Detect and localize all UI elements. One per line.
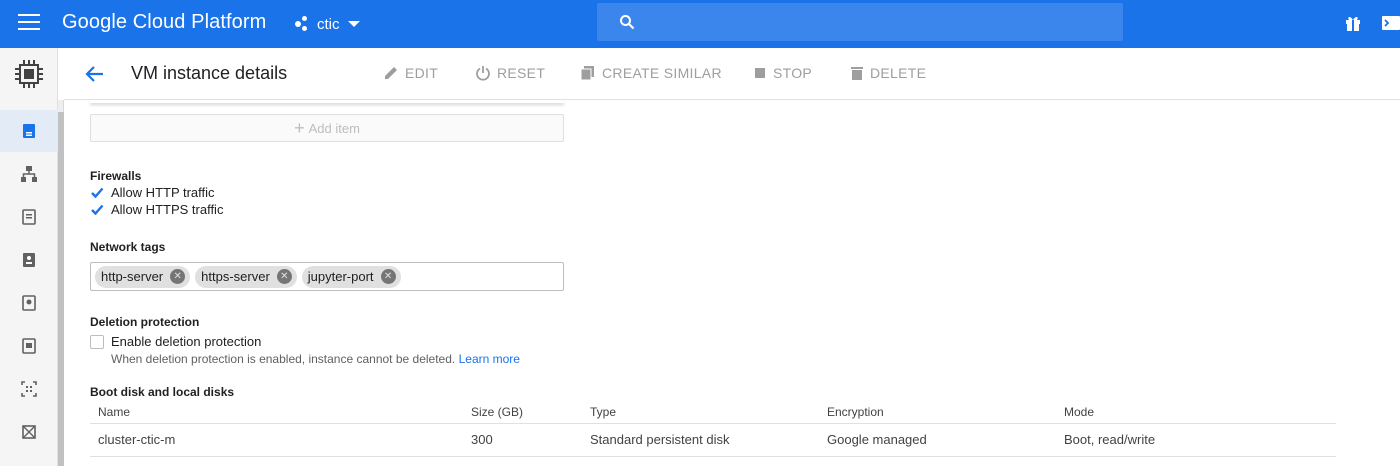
disk-type: Standard persistent disk [582, 423, 819, 457]
tag-label: https-server [201, 269, 270, 284]
sidebar-item-instance-templates[interactable] [0, 196, 58, 238]
sidebar-item-disks[interactable] [0, 282, 58, 324]
sidebar-item-vm-instances[interactable] [0, 110, 58, 152]
disk-encryption: Google managed [819, 423, 1056, 457]
tpu-icon [22, 425, 36, 439]
add-item-button[interactable]: + Add item [90, 114, 564, 142]
vm-instances-icon [23, 124, 35, 138]
create-similar-label: CREATE SIMILAR [602, 65, 722, 81]
checkbox-checked-icon [90, 202, 104, 217]
column-header-name[interactable]: Name [90, 401, 463, 424]
app-title[interactable]: Google Cloud Platform [62, 11, 266, 34]
remove-tag-icon[interactable]: ✕ [170, 269, 186, 284]
main-menu-icon[interactable] [18, 14, 40, 34]
network-tags-label: Network tags [90, 240, 166, 254]
sidebar-item-sole-tenant-nodes[interactable] [0, 239, 58, 281]
copy-icon [580, 66, 594, 81]
column-header-size[interactable]: Size (GB) [463, 401, 582, 424]
table-header-row: Name Size (GB) Type Encryption Mode [90, 401, 1336, 424]
firewalls-label: Firewalls [90, 169, 142, 183]
tag-label: jupyter-port [307, 269, 374, 284]
delete-button-label: DELETE [870, 65, 927, 81]
column-header-mode[interactable]: Mode [1056, 401, 1336, 424]
disk-mode: Boot, read/write [1056, 423, 1336, 457]
edit-button[interactable]: EDIT [383, 65, 438, 81]
trash-icon [851, 67, 863, 80]
hint-text: When deletion protection is enabled, ins… [111, 352, 456, 366]
power-icon [476, 66, 490, 81]
disk-icon [22, 295, 36, 311]
deletion-protection-label: Deletion protection [90, 315, 200, 329]
stop-icon [755, 68, 765, 78]
deletion-protection-checkbox-label: Enable deletion protection [111, 334, 262, 349]
sidebar [0, 48, 58, 466]
project-icon [295, 16, 311, 32]
search-icon [620, 15, 635, 30]
stop-button[interactable]: STOP [753, 65, 812, 81]
disks-table: Name Size (GB) Type Encryption Mode clus… [90, 401, 1336, 457]
add-item-label: Add item [308, 120, 360, 136]
network-tag-chip: jupyter-port ✕ [301, 265, 401, 288]
plus-icon: + [294, 118, 305, 138]
tag-label: http-server [101, 269, 164, 284]
column-header-encryption[interactable]: Encryption [819, 401, 1056, 424]
search-input[interactable] [597, 3, 1123, 41]
checkbox-checked-icon [90, 185, 104, 200]
allow-https-label: Allow HTTPS traffic [111, 202, 224, 217]
images-icon [21, 381, 37, 397]
page-title: VM instance details [131, 63, 288, 83]
reset-button[interactable]: RESET [475, 65, 545, 81]
compute-engine-icon [15, 60, 43, 88]
chevron-down-icon [347, 21, 360, 27]
reset-button-label: RESET [497, 65, 546, 81]
back-arrow-icon[interactable] [84, 63, 106, 85]
page-header: VM instance details EDIT RESET CREATE SI… [64, 48, 1400, 100]
allow-http-label: Allow HTTP traffic [111, 185, 215, 200]
network-tag-chip: http-server ✕ [95, 265, 191, 288]
top-app-bar: Google Cloud Platform ctic [0, 0, 1400, 48]
table-row[interactable]: cluster-ctic-m 300 Standard persistent d… [90, 423, 1336, 457]
gift-icon[interactable] [1343, 13, 1363, 33]
sole-tenant-icon [23, 253, 35, 267]
checkbox-unchecked-icon [90, 334, 104, 349]
remove-tag-icon[interactable]: ✕ [380, 269, 396, 284]
project-selector[interactable]: ctic [295, 14, 360, 34]
column-header-type[interactable]: Type [582, 401, 819, 424]
pencil-icon [385, 67, 397, 79]
deletion-protection-checkbox[interactable]: Enable deletion protection [90, 334, 261, 349]
network-tag-chip: https-server ✕ [195, 265, 297, 288]
delete-button[interactable]: DELETE [850, 65, 926, 81]
allow-http-checkbox[interactable]: Allow HTTP traffic [90, 185, 215, 200]
remove-tag-icon[interactable]: ✕ [276, 269, 292, 284]
cloud-shell-icon[interactable] [1380, 13, 1400, 33]
allow-https-checkbox[interactable]: Allow HTTPS traffic [90, 202, 223, 217]
create-similar-button[interactable]: CREATE SIMILAR [580, 65, 722, 81]
instance-templates-icon [22, 209, 36, 225]
sidebar-item-snapshots[interactable] [0, 325, 58, 367]
card-divider [90, 100, 564, 103]
stop-button-label: STOP [773, 65, 813, 81]
instance-details-form: + Add item Firewalls Allow HTTP traffic … [64, 100, 1400, 466]
sidebar-item-instance-groups[interactable] [0, 153, 58, 195]
sidebar-item-tpus[interactable] [0, 411, 58, 453]
network-tags-input[interactable]: http-server ✕ https-server ✕ jupyter-por… [90, 262, 564, 291]
deletion-protection-hint: When deletion protection is enabled, ins… [111, 352, 520, 366]
instance-groups-icon [21, 166, 37, 182]
edit-button-label: EDIT [405, 65, 439, 81]
disk-size: 300 [463, 423, 582, 457]
sidebar-item-images[interactable] [0, 368, 58, 410]
boot-disk-label: Boot disk and local disks [90, 385, 235, 399]
snapshot-icon [22, 338, 36, 354]
project-name: ctic [317, 15, 340, 33]
disk-name: cluster-ctic-m [90, 423, 463, 457]
learn-more-link[interactable]: Learn more [459, 352, 520, 366]
